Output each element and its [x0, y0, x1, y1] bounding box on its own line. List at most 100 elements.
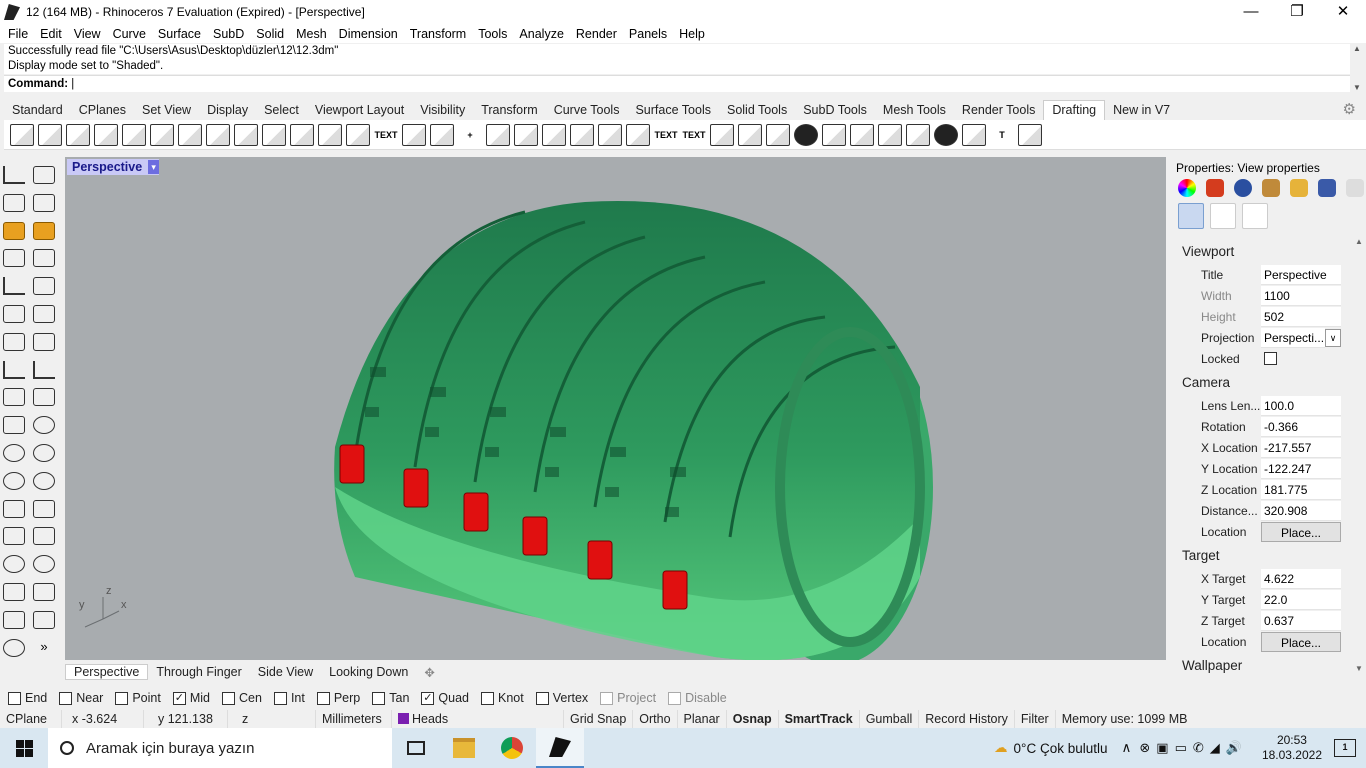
cube-icon[interactable] — [710, 123, 734, 146]
ellipse-axis-icon[interactable] — [33, 555, 55, 574]
z-location-field[interactable]: 181.775 — [1261, 479, 1341, 500]
rectangle-icon[interactable] — [3, 582, 25, 601]
arc-points-icon[interactable] — [33, 499, 55, 518]
x-location-field[interactable]: -217.557 — [1261, 437, 1341, 458]
angle-dimension-icon[interactable] — [262, 123, 286, 146]
rotation-field[interactable]: -0.366 — [1261, 416, 1341, 437]
ortho-toggle[interactable]: Ortho — [633, 709, 678, 728]
osnap-point[interactable]: Point — [115, 691, 161, 705]
gumball-toggle[interactable]: Gumball — [860, 709, 920, 728]
text-edit-icon[interactable]: TEXT — [682, 124, 706, 146]
tab-transform[interactable]: Transform — [473, 101, 546, 120]
ordinate-dimension-icon[interactable] — [346, 123, 370, 146]
checkbox[interactable] — [222, 691, 235, 705]
circle-tangent-icon[interactable] — [33, 471, 55, 490]
brush-icon[interactable] — [1262, 179, 1280, 197]
dots-icon[interactable] — [33, 388, 55, 407]
more-tools-icon[interactable]: » — [33, 639, 55, 657]
arc-curve-icon[interactable] — [3, 527, 25, 546]
menu-file[interactable]: File — [2, 27, 34, 41]
tab-new-in-v7[interactable]: New in V7 — [1105, 101, 1178, 120]
arc-control-icon[interactable] — [33, 527, 55, 546]
layers-icon[interactable] — [878, 123, 902, 146]
text-style-icon[interactable]: T — [990, 124, 1014, 146]
leader-icon[interactable] — [290, 123, 314, 146]
viewport-title-field[interactable]: Perspective — [1261, 264, 1341, 285]
ellipse-icon[interactable] — [3, 555, 25, 574]
page-add-icon[interactable] — [66, 123, 90, 146]
menu-transform[interactable]: Transform — [404, 27, 473, 41]
osnap-cen[interactable]: Cen — [222, 691, 262, 705]
checkbox-checked[interactable]: ✓ — [421, 691, 435, 705]
line-segment-icon[interactable] — [33, 360, 55, 379]
close-button[interactable]: ✕ — [1320, 0, 1366, 24]
record-history-toggle[interactable]: Record History — [919, 709, 1015, 728]
aligned-dimension-icon[interactable] — [206, 123, 230, 146]
tab-standard[interactable]: Standard — [4, 101, 71, 120]
rotated-dimension-icon[interactable] — [234, 123, 258, 146]
curve-v-icon[interactable] — [33, 304, 55, 323]
menu-tools[interactable]: Tools — [472, 27, 513, 41]
tab-side-view[interactable]: Side View — [250, 665, 321, 679]
menu-subd[interactable]: SubD — [207, 27, 250, 41]
checkbox[interactable] — [273, 691, 287, 705]
tab-mesh-tools[interactable]: Mesh Tools — [875, 101, 954, 120]
osnap-quad[interactable]: ✓ Quad — [421, 691, 469, 705]
new-layout-icon[interactable] — [10, 123, 34, 146]
tab-cplanes[interactable]: CPlanes — [71, 101, 134, 120]
tab-display[interactable]: Display — [199, 101, 256, 120]
materials-icon[interactable] — [1206, 179, 1224, 197]
menu-solid[interactable]: Solid — [250, 27, 290, 41]
checkbox[interactable] — [372, 691, 386, 705]
chevron-down-icon[interactable]: ▾ — [148, 160, 160, 174]
notifications-icon[interactable]: 1 — [1334, 739, 1356, 757]
checkbox[interactable] — [481, 691, 494, 705]
hatch-boundary-icon[interactable] — [570, 123, 594, 146]
rectangle-points-icon[interactable] — [33, 277, 55, 296]
circle-points-icon[interactable] — [33, 443, 55, 462]
point-edit-icon[interactable] — [33, 166, 55, 184]
settings-icon[interactable] — [1346, 179, 1364, 197]
page-icon[interactable] — [38, 123, 62, 146]
dimension-icon[interactable] — [150, 123, 174, 146]
scroll-down-icon[interactable]: ▼ — [1354, 664, 1364, 673]
projection-select[interactable]: Perspecti... — [1261, 327, 1325, 348]
curve-control-icon[interactable] — [33, 332, 55, 351]
arc-icon[interactable] — [3, 471, 25, 490]
camera-place-button[interactable]: Place... — [1261, 521, 1341, 542]
checkbox[interactable] — [535, 691, 549, 705]
rhino-app-icon[interactable] — [4, 4, 20, 20]
scroll-down-icon[interactable]: ▼ — [1350, 83, 1364, 92]
maximize-button[interactable]: ❐ — [1274, 0, 1320, 24]
environment-icon[interactable] — [1234, 179, 1252, 197]
rotate-view-icon[interactable] — [3, 638, 25, 657]
rhino-taskbar-icon[interactable] — [536, 728, 584, 768]
hatch-icon[interactable] — [514, 123, 538, 146]
x-target-field[interactable]: 4.622 — [1261, 568, 1341, 589]
help-icon[interactable] — [1318, 179, 1336, 197]
circle-center-icon[interactable] — [3, 443, 25, 462]
planar-toggle[interactable]: Planar — [678, 709, 727, 728]
osnap-near[interactable]: Near — [59, 691, 103, 705]
select-arrow-icon[interactable] — [3, 166, 25, 184]
text-block-icon[interactable]: TEXT — [374, 124, 398, 146]
make-2d-icon[interactable] — [598, 123, 622, 146]
locked-checkbox[interactable] — [1264, 352, 1277, 365]
smarttrack-toggle[interactable]: SmartTrack — [779, 709, 860, 728]
folder-icon[interactable] — [962, 123, 986, 146]
menu-dimension[interactable]: Dimension — [333, 27, 404, 41]
balloon-icon[interactable] — [402, 123, 426, 146]
osnap-int[interactable]: Int — [273, 691, 305, 705]
osnap-perp[interactable]: Perp — [316, 691, 360, 705]
grid-icon[interactable] — [738, 123, 762, 146]
viewport-title-tab[interactable]: Perspective ▾ — [67, 159, 160, 175]
arc-tool-icon[interactable] — [3, 499, 25, 518]
menu-help[interactable]: Help — [673, 27, 711, 41]
cplane-tool-icon[interactable] — [33, 193, 55, 212]
chrome-icon[interactable] — [488, 728, 536, 768]
gear-icon[interactable]: ⚙ — [1335, 100, 1364, 119]
command-scrollbar[interactable]: ▲ ▼ — [1350, 44, 1364, 92]
checkbox[interactable] — [59, 691, 73, 705]
osnap-mid[interactable]: ✓ Mid — [172, 691, 210, 705]
print-icon[interactable] — [822, 123, 846, 146]
